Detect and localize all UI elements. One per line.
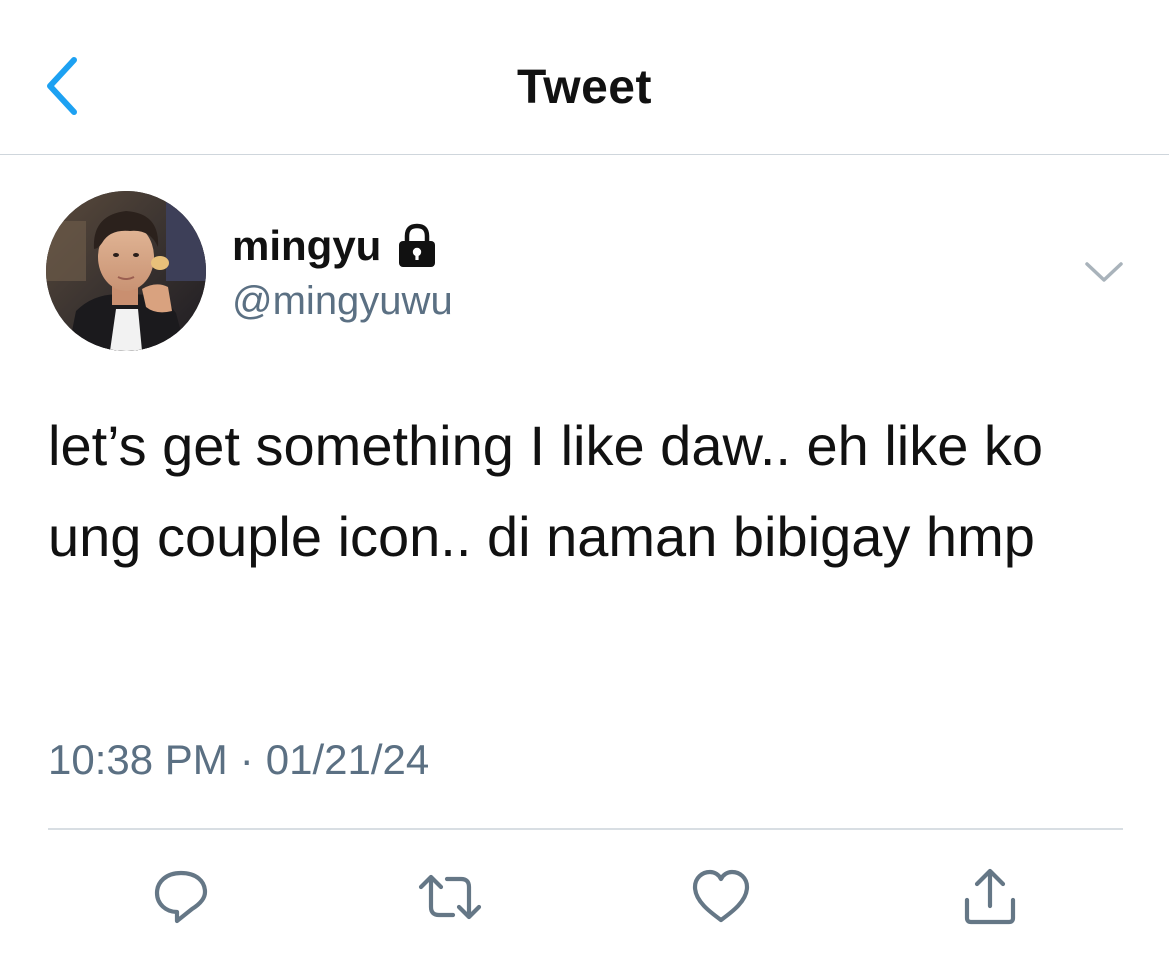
tweet-text: let’s get something I like daw.. eh like… bbox=[48, 414, 1044, 568]
author-name-row[interactable]: mingyu bbox=[232, 218, 439, 274]
avatar[interactable] bbox=[46, 191, 206, 351]
retweet-icon bbox=[418, 874, 482, 920]
chevron-down-icon bbox=[1085, 262, 1123, 282]
more-options-button[interactable] bbox=[1080, 254, 1128, 290]
divider bbox=[48, 828, 1123, 830]
timestamp-separator: · bbox=[239, 736, 254, 783]
retweet-button[interactable] bbox=[415, 862, 485, 932]
share-icon bbox=[964, 868, 1016, 925]
user-handle[interactable]: @mingyuwu bbox=[232, 279, 453, 324]
share-button[interactable] bbox=[955, 862, 1025, 932]
lock-icon bbox=[399, 223, 436, 267]
tweet-timestamp[interactable]: 10:38 PM · 01/21/24 bbox=[48, 736, 429, 784]
profile-photo bbox=[46, 191, 206, 351]
reply-icon bbox=[154, 870, 208, 924]
tweet-time: 10:38 PM bbox=[48, 736, 228, 783]
top-navigation-bar: Tweet bbox=[0, 0, 1169, 155]
tweet-date: 01/21/24 bbox=[265, 736, 430, 783]
reply-button[interactable] bbox=[146, 862, 216, 932]
page-title: Tweet bbox=[517, 61, 652, 114]
heart-icon bbox=[692, 869, 750, 923]
like-button[interactable] bbox=[686, 862, 756, 932]
display-name[interactable]: mingyu bbox=[232, 222, 381, 270]
